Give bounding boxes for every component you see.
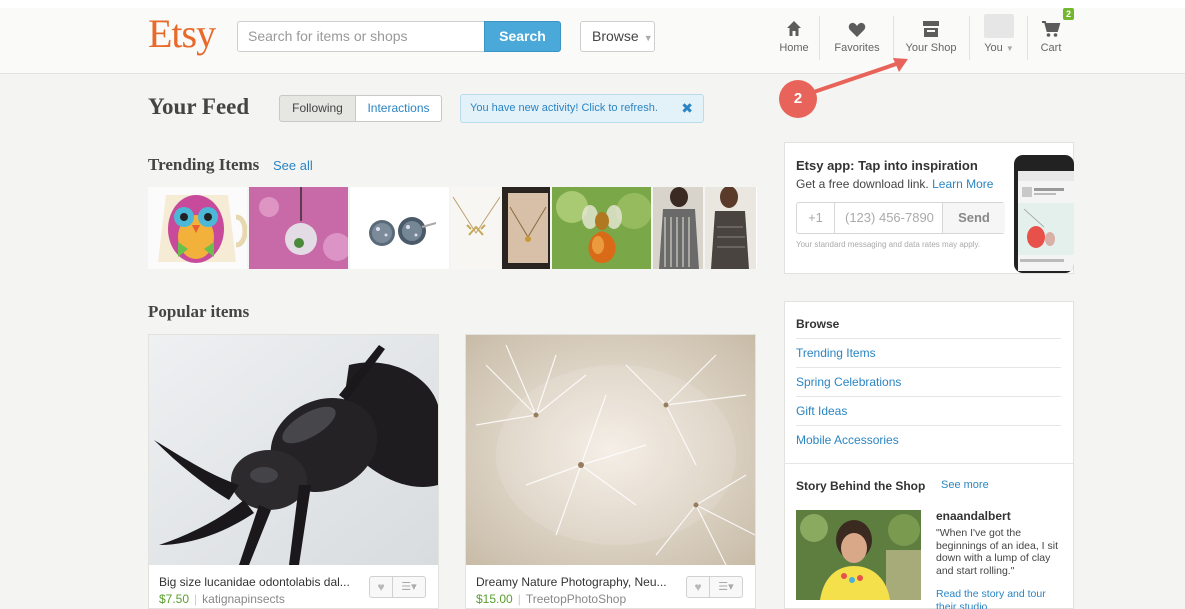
- story-title: Story Behind the Shop: [796, 479, 926, 493]
- search-button[interactable]: Search: [484, 21, 561, 52]
- trending-item-gold-necklace[interactable]: [502, 187, 552, 269]
- divider: [784, 463, 1073, 464]
- nav-you[interactable]: You ▼: [979, 10, 1019, 60]
- page-title: Your Feed: [148, 94, 250, 119]
- story-quote: "When I've got the beginnings of an idea…: [936, 527, 1059, 577]
- story-shop-name[interactable]: enaandalbert: [936, 509, 1011, 523]
- nav-divider: [969, 16, 970, 60]
- trending-title: Trending Items: [148, 155, 260, 174]
- app-promo-subtitle: Get a free download link.: [796, 177, 929, 191]
- popular-item-image-beetle[interactable]: [149, 335, 438, 565]
- trending-strip: [148, 187, 757, 269]
- list-icon: ☰▾: [718, 581, 734, 593]
- divider: [796, 367, 1061, 368]
- divider: [796, 396, 1061, 397]
- see-all-link[interactable]: See all: [273, 158, 313, 173]
- header: Etsy Search for items or shops Search Br…: [0, 0, 1185, 74]
- cart-icon: 2: [1036, 8, 1075, 38]
- app-promo-title: Etsy app: Tap into inspiration: [796, 158, 978, 173]
- popular-item-card[interactable]: Big size lucanidae odontolabis dal... $7…: [148, 334, 439, 609]
- see-more-link[interactable]: See more: [941, 479, 989, 491]
- etsy-logo[interactable]: Etsy: [148, 14, 216, 54]
- nav-cart-label: Cart: [1040, 42, 1062, 54]
- browse-dropdown[interactable]: Browse ▼: [580, 21, 655, 52]
- send-button[interactable]: Send: [943, 203, 1005, 233]
- popular-title: Popular items: [148, 302, 250, 321]
- tab-following[interactable]: Following: [279, 95, 356, 122]
- country-code-field[interactable]: +1: [797, 203, 835, 233]
- phone-mockup-image: [1014, 155, 1074, 273]
- browse-link-spring[interactable]: Spring Celebrations: [796, 375, 901, 389]
- shop-icon: [901, 10, 961, 38]
- phone-number-input[interactable]: (123) 456-7890: [835, 203, 943, 233]
- phone-form: +1 (123) 456-7890 Send: [796, 202, 1005, 234]
- trending-item-owl-mug[interactable]: [148, 187, 249, 269]
- browse-link-trending[interactable]: Trending Items: [796, 346, 876, 360]
- trending-item-lace-top[interactable]: [705, 187, 756, 269]
- browse-title: Browse: [796, 317, 840, 331]
- popular-item-name[interactable]: Dreamy Nature Photography, Neu...: [476, 575, 676, 589]
- popular-item-price: $7.50: [159, 592, 190, 606]
- trending-item-antler-necklace[interactable]: [451, 187, 502, 269]
- list-icon: ☰▾: [401, 581, 417, 593]
- favorite-button[interactable]: ♥: [369, 576, 393, 598]
- add-to-list-button[interactable]: ☰▾: [710, 576, 743, 598]
- activity-notice[interactable]: You have new activity! Click to refresh.…: [460, 94, 704, 123]
- favorite-button[interactable]: ♥: [686, 576, 710, 598]
- popular-item-shop[interactable]: katignapinsects: [189, 592, 285, 606]
- avatar: [984, 14, 1014, 38]
- browse-link-mobile[interactable]: Mobile Accessories: [796, 433, 899, 447]
- trending-item-bee-pendant[interactable]: [552, 187, 653, 269]
- divider: [796, 338, 1061, 339]
- browse-link-gift-ideas[interactable]: Gift Ideas: [796, 404, 847, 418]
- nav-cart[interactable]: 2 Cart: [1036, 8, 1075, 60]
- step-badge: 2: [779, 80, 817, 118]
- home-icon: [777, 10, 811, 38]
- nav-you-label: You: [984, 42, 1003, 54]
- search-input[interactable]: Search for items or shops: [237, 21, 485, 52]
- trending-item-fringe-scarf[interactable]: [653, 187, 705, 269]
- heart-icon: ♥: [377, 580, 385, 594]
- popular-item-card[interactable]: Dreamy Nature Photography, Neu... $15.00…: [465, 334, 756, 609]
- story-shop-photo[interactable]: [796, 510, 921, 600]
- tab-interactions[interactable]: Interactions: [356, 95, 442, 122]
- activity-notice-text: You have new activity! Click to refresh.: [470, 102, 658, 114]
- close-icon[interactable]: ✖: [681, 95, 693, 122]
- heart-icon: ♥: [694, 580, 702, 594]
- nav-divider: [1027, 16, 1028, 60]
- popular-item-name[interactable]: Big size lucanidae odontolabis dal...: [159, 575, 359, 589]
- popular-item-shop[interactable]: TreetopPhotoShop: [513, 592, 626, 606]
- cart-count-badge: 2: [1063, 8, 1075, 20]
- divider: [796, 425, 1061, 426]
- trending-item-earrings[interactable]: [350, 187, 451, 269]
- browse-label: Browse: [592, 28, 639, 44]
- learn-more-link[interactable]: Learn More: [932, 177, 993, 191]
- popular-item-image-dandelion[interactable]: [466, 335, 755, 565]
- story-read-link[interactable]: Read the story and tour their studio: [936, 588, 1062, 609]
- add-to-list-button[interactable]: ☰▾: [393, 576, 426, 598]
- chevron-down-icon: ▼: [1005, 44, 1014, 53]
- top-strip: [0, 0, 1185, 8]
- app-promo-note: Your standard messaging and data rates m…: [796, 240, 981, 249]
- heart-icon: [830, 10, 884, 38]
- chevron-down-icon: ▼: [643, 33, 653, 43]
- popular-item-price: $15.00: [476, 592, 513, 606]
- trending-item-moon-pendant[interactable]: [249, 187, 350, 269]
